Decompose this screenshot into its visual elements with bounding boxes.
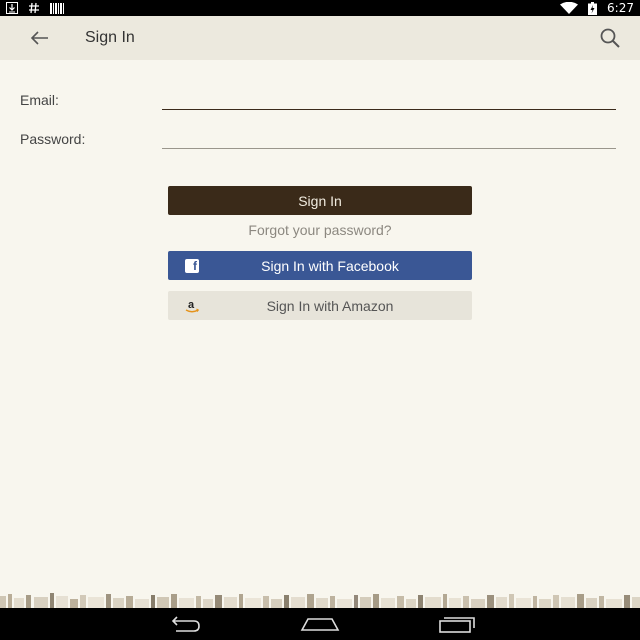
bookshelf-decoration [0, 590, 640, 608]
amazon-sign-in-button[interactable]: a Sign In with Amazon [168, 291, 472, 320]
download-icon [6, 1, 18, 15]
app-bar: Sign In [0, 16, 640, 60]
search-button[interactable] [594, 22, 626, 54]
navigation-bar [0, 608, 640, 640]
status-left [6, 1, 64, 15]
password-field[interactable] [162, 123, 616, 149]
wifi-icon [560, 1, 579, 15]
email-field[interactable] [162, 84, 616, 110]
barcode-icon [50, 1, 64, 15]
svg-text:a: a [188, 299, 195, 311]
nav-back-icon [171, 616, 200, 632]
status-right: 6:27 [560, 1, 634, 15]
sign-in-button[interactable]: Sign In [168, 186, 472, 215]
email-label: Email: [20, 92, 59, 108]
status-bar: 6:27 [0, 0, 640, 16]
nav-back-button[interactable] [160, 612, 208, 636]
amazon-icon: a [184, 298, 200, 314]
amazon-button-label: Sign In with Amazon [266, 297, 394, 314]
nav-recents-button[interactable] [432, 612, 480, 636]
email-row: Email: [20, 84, 620, 116]
battery-charging-icon [588, 1, 598, 15]
nav-home-button[interactable] [296, 612, 344, 636]
facebook-sign-in-button[interactable]: f Sign In with Facebook [168, 251, 472, 280]
arrow-back-icon [30, 31, 48, 45]
page-title: Sign In [85, 29, 135, 46]
hash-icon [28, 1, 40, 15]
search-icon [600, 28, 620, 48]
status-time: 6:27 [607, 1, 634, 15]
password-label: Password: [20, 131, 86, 147]
facebook-icon: f [184, 258, 200, 274]
nav-home-icon [300, 618, 340, 631]
facebook-button-label: Sign In with Facebook [261, 257, 399, 274]
password-row: Password: [20, 123, 620, 155]
forgot-password-link[interactable]: Forgot your password? [168, 222, 472, 238]
back-button[interactable] [19, 18, 59, 58]
nav-recents-icon [439, 617, 475, 633]
